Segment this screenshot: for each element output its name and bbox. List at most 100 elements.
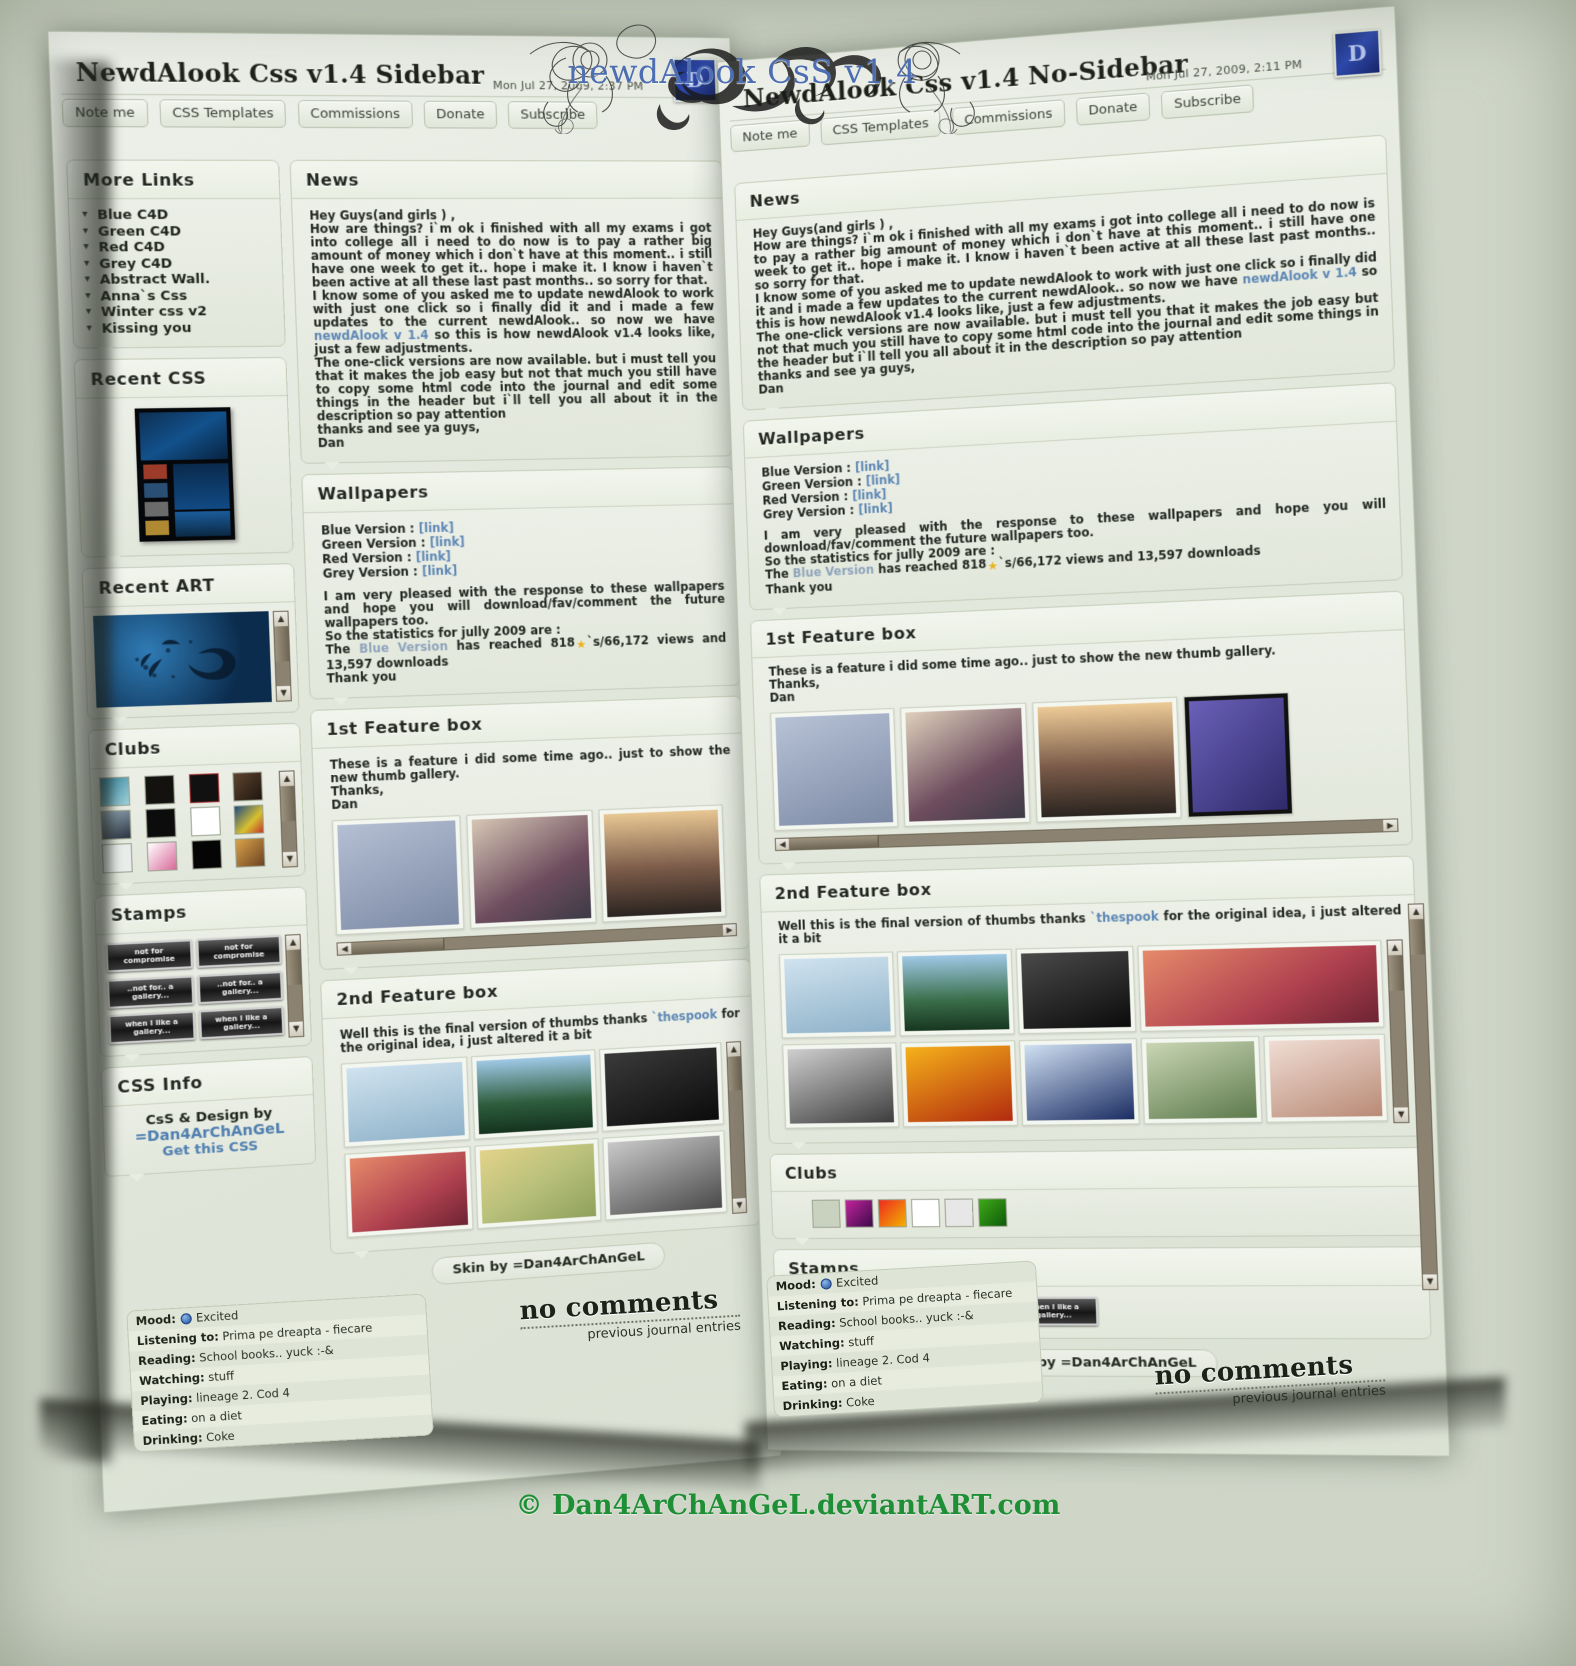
wallpaper-link-blue[interactable]: [link] (418, 520, 454, 535)
scroll-thumb[interactable] (274, 626, 290, 662)
avatar[interactable]: D (1332, 28, 1382, 78)
stamps-vertical-scrollbar[interactable]: ▲ ▼ (284, 933, 305, 1038)
scroll-left-arrow[interactable]: ◀ (775, 838, 790, 851)
feature1-thumb-2[interactable] (466, 809, 597, 929)
feature2-thumb-7[interactable] (1019, 1038, 1140, 1126)
feature2-thumb-2[interactable] (896, 948, 1015, 1037)
scroll-thumb[interactable] (727, 1056, 742, 1091)
feature1-thumb-1[interactable] (331, 815, 465, 936)
club-icon-1[interactable] (811, 1199, 841, 1228)
club-icon-8[interactable] (233, 804, 265, 835)
link-abstract-wall[interactable]: Abstract Wall. (84, 271, 272, 288)
nav-css-templates[interactable]: CSS Templates (158, 99, 287, 128)
link-annas-css[interactable]: Anna`s Css (85, 287, 273, 304)
wallpaper-link-green[interactable]: [link] (429, 534, 465, 549)
wallpaper-link-grey[interactable]: [link] (858, 501, 893, 517)
wallpaper-link-green[interactable]: [link] (865, 472, 900, 488)
blue-version-link[interactable]: Blue Version (359, 639, 448, 656)
club-icon-3[interactable] (877, 1199, 907, 1228)
feature2-thumb-5[interactable] (782, 1042, 899, 1129)
scroll-up-arrow[interactable]: ▲ (1387, 940, 1403, 956)
feature1-thumb-2[interactable] (900, 702, 1031, 827)
feature2-thumb-3[interactable] (1015, 945, 1137, 1035)
feature2-vertical-scrollbar[interactable]: ▲ ▼ (1386, 939, 1410, 1124)
nav-note-me[interactable]: Note me (730, 119, 810, 153)
scroll-right-arrow[interactable]: ▶ (722, 924, 737, 936)
feature1-thumb-1[interactable] (770, 707, 899, 832)
feature2-thumb-5[interactable] (474, 1138, 602, 1230)
scroll-thumb[interactable] (1388, 955, 1404, 991)
scroll-up-arrow[interactable]: ▲ (727, 1042, 741, 1057)
scroll-down-arrow[interactable]: ▼ (276, 685, 291, 701)
feature2-thumb-4[interactable] (344, 1146, 474, 1238)
feature1-thumb-4[interactable] (1183, 692, 1294, 818)
feature2-vertical-scrollbar[interactable]: ▲ ▼ (726, 1041, 748, 1214)
scroll-right-arrow[interactable]: ▶ (1383, 819, 1398, 832)
club-icon-12[interactable] (235, 837, 266, 868)
feature1-thumb-3[interactable] (598, 804, 727, 923)
feature2-thumb-1[interactable] (340, 1056, 471, 1148)
club-icon-2[interactable] (844, 1199, 874, 1228)
wallpaper-link-red[interactable]: [link] (415, 549, 451, 564)
club-icon-5[interactable] (944, 1198, 974, 1228)
nav-subscribe[interactable]: Subscribe (1160, 84, 1255, 120)
link-blue-c4d[interactable]: Blue C4D (82, 207, 270, 223)
club-icon-6[interactable] (145, 808, 177, 839)
wallpaper-link-grey[interactable]: [link] (422, 563, 458, 578)
feature2-thumb-8[interactable] (1140, 1035, 1263, 1125)
club-icon-6[interactable] (977, 1198, 1008, 1227)
nav-donate[interactable]: Donate (423, 100, 498, 129)
link-green-c4d[interactable]: Green C4D (83, 223, 271, 240)
scroll-left-arrow[interactable]: ◀ (337, 942, 352, 955)
thespook-user-link[interactable]: `thespook (651, 1007, 717, 1025)
feature2-thumb-6[interactable] (602, 1130, 728, 1221)
scroll-thumb[interactable] (351, 938, 445, 955)
feature2-thumb-9[interactable] (1263, 1033, 1388, 1123)
feature2-thumb-3[interactable] (599, 1042, 725, 1132)
nav-donate[interactable]: Donate (1075, 92, 1151, 126)
club-icon-11[interactable] (190, 839, 222, 870)
link-grey-c4d[interactable]: Grey C4D (84, 255, 272, 272)
stamp-not-for-gallery-1[interactable]: ..not for.. a gallery... (106, 975, 194, 1009)
thespook-user-link[interactable]: `thespook (1090, 909, 1159, 925)
recent-art-vertical-scrollbar[interactable]: ▲ ▼ (272, 610, 292, 702)
nav-subscribe[interactable]: Subscribe (507, 101, 598, 130)
scroll-up-arrow[interactable]: ▲ (279, 771, 294, 787)
feature2-thumb-1[interactable] (778, 951, 896, 1039)
feature2-thumb-4[interactable] (1137, 939, 1385, 1032)
recent-css-thumbnail[interactable] (134, 407, 236, 542)
club-icon-3[interactable] (188, 773, 220, 804)
scroll-down-arrow[interactable]: ▼ (1422, 1274, 1438, 1290)
link-red-c4d[interactable]: Red C4D (83, 239, 271, 256)
club-icon-2[interactable] (143, 774, 175, 806)
scroll-down-arrow[interactable]: ▼ (732, 1197, 747, 1213)
scroll-thumb[interactable] (286, 949, 302, 986)
scroll-down-arrow[interactable]: ▼ (282, 851, 297, 867)
scroll-up-arrow[interactable]: ▲ (285, 935, 301, 951)
scroll-down-arrow[interactable]: ▼ (289, 1021, 304, 1037)
scroll-thumb[interactable] (1409, 918, 1425, 955)
feature1-thumb-3[interactable] (1032, 696, 1182, 823)
link-winter-css-v2[interactable]: Winter css v2 (86, 303, 274, 321)
club-icon-4[interactable] (910, 1198, 941, 1228)
link-kissing-you[interactable]: Kissing you (86, 319, 274, 337)
blue-version-link[interactable]: Blue Version (793, 562, 875, 580)
stamp-when-i-like-2[interactable]: when i like a gallery... (198, 1006, 285, 1040)
club-icon-10[interactable] (146, 841, 178, 872)
nav-css-templates[interactable]: CSS Templates (819, 108, 942, 146)
stamp-not-for-gallery-2[interactable]: ..not for.. a gallery... (196, 970, 284, 1004)
stamp-not-for-compromise-1[interactable]: not for compromise (105, 939, 193, 973)
scroll-up-arrow[interactable]: ▲ (273, 611, 288, 627)
recent-art-thumbnail[interactable] (93, 611, 272, 708)
scroll-up-arrow[interactable]: ▲ (1408, 904, 1424, 920)
stamp-when-i-like-1[interactable]: when i like a gallery... (108, 1011, 196, 1045)
scroll-down-arrow[interactable]: ▼ (1393, 1107, 1409, 1123)
scroll-thumb[interactable] (280, 785, 296, 822)
nav-commissions[interactable]: Commissions (951, 99, 1066, 136)
clubs-vertical-scrollbar[interactable]: ▲ ▼ (278, 770, 299, 868)
nav-commissions[interactable]: Commissions (297, 100, 413, 129)
club-icon-7[interactable] (189, 806, 221, 837)
feature2-thumb-2[interactable] (471, 1049, 599, 1140)
scroll-thumb[interactable] (788, 835, 879, 850)
avatar[interactable]: D (672, 57, 718, 103)
